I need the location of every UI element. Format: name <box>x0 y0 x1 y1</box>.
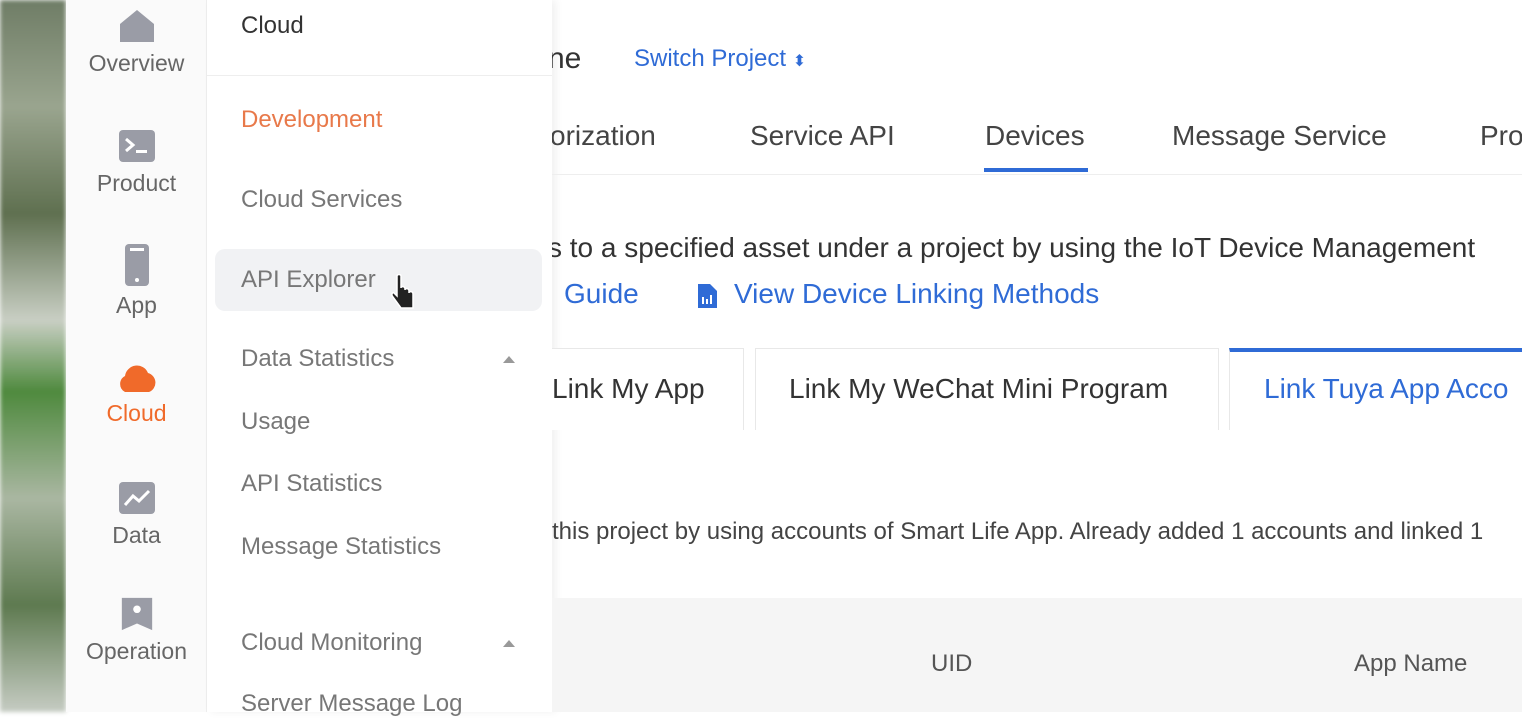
bookmark-star-icon <box>121 597 152 631</box>
rail-item-operation[interactable]: Operation <box>66 596 207 665</box>
active-tab-indicator <box>984 168 1088 172</box>
chart-icon <box>118 482 155 514</box>
home-icon <box>119 10 154 42</box>
tab-message-service[interactable]: Message Service <box>1172 120 1387 152</box>
tab-pro[interactable]: Pro <box>1480 120 1522 152</box>
tab-service-api[interactable]: Service API <box>750 120 895 152</box>
guide-link[interactable]: Guide <box>564 278 639 310</box>
subtab-label: Link My App <box>552 373 705 404</box>
submenu-item-cloud-services[interactable]: Cloud Services <box>241 186 402 214</box>
terminal-icon <box>118 130 155 162</box>
submenu-group-cloud-monitoring[interactable]: Cloud Monitoring <box>241 629 422 657</box>
main-content: ne Switch Project ⬍ orization Service AP… <box>552 0 1522 712</box>
icon-sidebar: Overview Product App Cloud Data Operatio… <box>66 0 207 712</box>
rail-item-product[interactable]: Product <box>66 128 207 197</box>
divider <box>207 75 552 76</box>
submenu-item-api-explorer[interactable]: API Explorer <box>241 266 376 294</box>
hand-cursor-icon <box>391 274 414 309</box>
rail-item-app[interactable]: App <box>66 244 207 319</box>
sort-icon: ⬍ <box>792 53 807 70</box>
subtab-label: Link My WeChat Mini Program <box>789 373 1169 404</box>
switch-project-button[interactable]: Switch Project ⬍ <box>634 45 806 73</box>
table-header: UID App Name <box>552 598 1522 712</box>
tab-devices[interactable]: Devices <box>985 120 1085 152</box>
cloud-submenu: Cloud Development Cloud Services API Exp… <box>207 0 552 717</box>
project-name: ne <box>552 42 582 75</box>
description-text: s to a specified asset under a project b… <box>552 232 1476 263</box>
divider <box>552 174 1522 175</box>
submenu-item-api-statistics[interactable]: API Statistics <box>241 470 382 498</box>
caret-up-icon[interactable] <box>503 640 515 647</box>
tab-authorization[interactable]: orization <box>552 120 656 152</box>
column-app-name: App Name <box>1354 650 1468 677</box>
rail-item-overview[interactable]: Overview <box>66 8 207 77</box>
phone-icon <box>124 244 149 286</box>
submenu-item-development[interactable]: Development <box>241 106 382 134</box>
submenu-title: Cloud <box>241 12 304 39</box>
desktop-background <box>0 0 66 712</box>
cloud-icon <box>119 365 155 392</box>
submenu-item-message-statistics[interactable]: Message Statistics <box>241 533 441 561</box>
submenu-item-usage[interactable]: Usage <box>241 408 310 436</box>
rail-item-data[interactable]: Data <box>66 480 207 549</box>
rail-item-cloud[interactable]: Cloud <box>66 364 207 427</box>
caret-up-icon[interactable] <box>503 356 515 363</box>
subtab-label: Link Tuya App Acco <box>1264 373 1509 404</box>
view-device-linking-methods-link[interactable]: View Device Linking Methods <box>734 278 1099 310</box>
submenu-group-data-statistics[interactable]: Data Statistics <box>241 345 394 373</box>
info-text: this project by using accounts of Smart … <box>552 518 1484 545</box>
submenu-item-server-message-log[interactable]: Server Message Log <box>241 690 462 718</box>
document-icon <box>698 284 717 308</box>
column-uid: UID <box>931 650 973 677</box>
